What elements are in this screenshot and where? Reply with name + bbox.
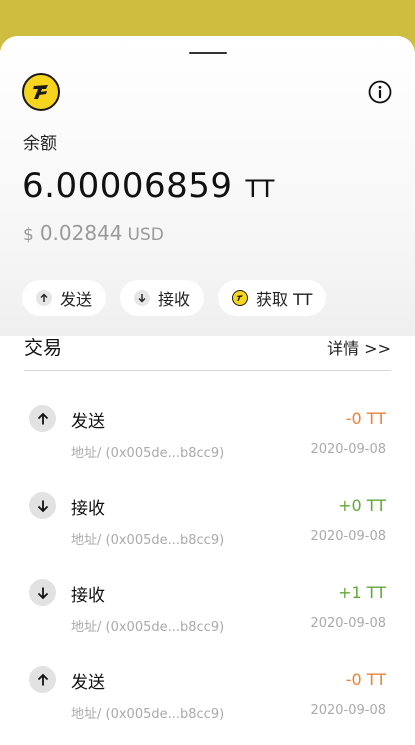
arrow-up-icon — [36, 290, 52, 306]
transaction-type: 接收 — [71, 499, 105, 519]
transaction-date: 2020-09-08 — [310, 442, 386, 457]
receive-button[interactable]: 接收 — [120, 280, 205, 316]
send-button-label: 发送 — [60, 290, 93, 309]
transaction-row[interactable]: 发送 -0 TT 地址/ (0x005de...b8cc9) 2020-09-0… — [0, 653, 415, 740]
transaction-date: 2020-09-08 — [310, 703, 386, 718]
fiat-value-row: $ 0.02844 USD — [23, 221, 164, 245]
transactions-detail-link[interactable]: 详情 >> — [327, 335, 391, 359]
transaction-address: 地址/ (0x005de...b8cc9) — [71, 446, 225, 461]
action-buttons: 发送 接收 获取 TT — [22, 280, 327, 316]
transaction-amount: +0 TT — [338, 496, 386, 515]
transaction-row[interactable]: 发送 -0 TT 地址/ (0x005de...b8cc9) 2020-09-0… — [0, 392, 415, 479]
transactions-header: 交易 详情 >> — [24, 333, 391, 371]
transaction-amount: -0 TT — [345, 409, 386, 428]
tt-coin-icon — [232, 290, 249, 306]
wallet-header: 余额 6.00006859 TT $ 0.02844 USD 发送 接收 获取 … — [0, 36, 415, 336]
transaction-address: 地址/ (0x005de...b8cc9) — [71, 707, 225, 722]
transaction-amount: +1 TT — [338, 583, 386, 602]
balance-amount: 6.00006859 — [22, 166, 233, 206]
get-tt-button-label: 获取 TT — [256, 290, 313, 309]
sheet-grabber-handle[interactable] — [189, 52, 227, 54]
arrow-up-icon — [29, 405, 56, 432]
transaction-date: 2020-09-08 — [310, 529, 386, 544]
send-button[interactable]: 发送 — [22, 280, 107, 316]
transaction-row[interactable]: 接收 +0 TT 地址/ (0x005de...b8cc9) 2020-09-0… — [0, 479, 415, 566]
transaction-type: 接收 — [71, 586, 105, 606]
fiat-symbol: $ — [23, 225, 34, 245]
transaction-address: 地址/ (0x005de...b8cc9) — [71, 533, 225, 548]
transaction-type: 发送 — [71, 412, 105, 432]
fiat-unit: USD — [127, 225, 164, 245]
receive-button-label: 接收 — [158, 290, 191, 309]
transaction-amount: -0 TT — [345, 670, 386, 689]
transaction-list: 发送 -0 TT 地址/ (0x005de...b8cc9) 2020-09-0… — [0, 392, 415, 740]
transaction-address: 地址/ (0x005de...b8cc9) — [71, 620, 225, 635]
tt-coin-logo — [22, 73, 60, 111]
balance-unit: TT — [245, 175, 275, 203]
info-icon[interactable] — [368, 80, 392, 104]
balance-label: 余额 — [23, 134, 57, 154]
fiat-amount: 0.02844 — [39, 221, 123, 245]
transactions-title: 交易 — [24, 337, 63, 359]
arrow-down-icon — [29, 579, 56, 606]
tt-logo-glyph — [33, 85, 48, 99]
transaction-type: 发送 — [71, 673, 105, 693]
arrow-up-icon — [29, 666, 56, 693]
arrow-down-icon — [29, 492, 56, 519]
transaction-row[interactable]: 接收 +1 TT 地址/ (0x005de...b8cc9) 2020-09-0… — [0, 566, 415, 653]
get-tt-button[interactable]: 获取 TT — [218, 280, 327, 316]
balance-row: 6.00006859 TT — [22, 166, 274, 206]
transaction-date: 2020-09-08 — [310, 616, 386, 631]
arrow-down-icon — [134, 290, 151, 306]
top-status-strip — [0, 0, 415, 40]
